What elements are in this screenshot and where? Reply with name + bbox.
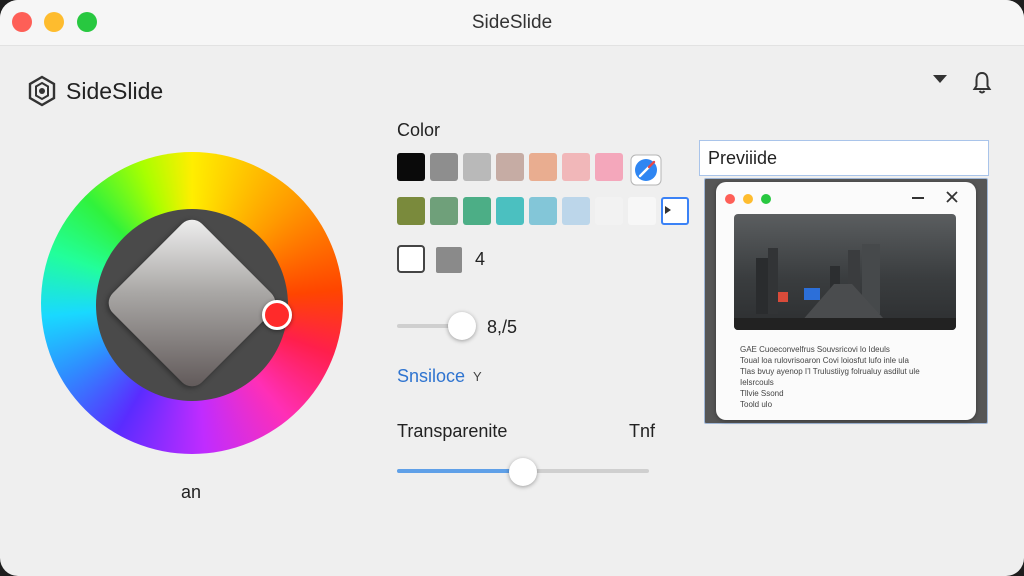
color-swatch[interactable] <box>430 153 458 181</box>
window-title: SideSlide <box>471 12 553 33</box>
preview-text-line: Tllvie Ssond <box>740 389 784 398</box>
transparency-slider-fill <box>397 469 523 473</box>
color-wheel-label: an <box>180 482 202 502</box>
color-swatch[interactable] <box>562 197 590 225</box>
dropdown-arrow-icon[interactable] <box>930 72 950 86</box>
hexagon-logo-icon <box>28 75 56 107</box>
color-swatch[interactable] <box>595 197 623 225</box>
bell-icon[interactable] <box>970 70 994 96</box>
app-window: SideSlide SideSlide an Color 4 8,/5 Snsi… <box>0 0 1024 576</box>
mini-close-dot <box>725 194 735 204</box>
source-dropdown[interactable]: Snsiloce Y <box>397 366 482 387</box>
color-swatch[interactable] <box>562 153 590 181</box>
transparency-slider-knob[interactable] <box>509 458 537 486</box>
color-swatch[interactable] <box>529 153 557 181</box>
color-swatch[interactable] <box>529 197 557 225</box>
preview-text-line: Ielsrcouls <box>740 378 774 387</box>
more-swatches-arrow-icon[interactable] <box>664 205 672 215</box>
brand: SideSlide <box>26 74 163 108</box>
title-bar: SideSlide <box>0 0 1024 46</box>
swatch-count: 4 <box>475 249 486 269</box>
preview-photo <box>734 214 956 330</box>
preview-text-line: Tlas bvuy ayenop I’l Trulustiiyg folrual… <box>740 367 920 376</box>
preview-text-line: GAE Cuoeconvelfrus Souvsricovi lo Ideuls <box>740 345 890 354</box>
size-value: 8,/5 <box>487 317 518 337</box>
size-slider-knob[interactable] <box>448 312 477 340</box>
transparency-value: Tnf <box>629 421 656 441</box>
color-swatch[interactable] <box>397 153 425 181</box>
color-swatch[interactable] <box>628 197 656 225</box>
city-skyline-image <box>734 244 956 330</box>
mini-zoom-dot <box>761 194 771 204</box>
color-swatch[interactable] <box>496 197 524 225</box>
mini-close-icon <box>946 191 958 203</box>
color-section-label: Color <box>397 120 441 140</box>
transparency-label: Transparenite <box>397 421 508 441</box>
color-swatch[interactable] <box>430 197 458 225</box>
preview-title-field[interactable]: Previiide <box>699 140 989 176</box>
brand-name: SideSlide <box>66 77 164 104</box>
color-swatch[interactable] <box>595 153 623 181</box>
color-swatch[interactable] <box>397 197 425 225</box>
mini-minimize-icon <box>912 197 924 199</box>
outline-swatch[interactable] <box>397 245 425 273</box>
eyedropper-icon[interactable] <box>630 154 662 186</box>
fill-swatch[interactable] <box>436 247 462 273</box>
chevron-down-icon: Y <box>473 369 482 384</box>
color-swatch[interactable] <box>463 153 491 181</box>
color-swatch[interactable] <box>496 153 524 181</box>
color-swatch[interactable] <box>463 197 491 225</box>
preview-text-line: Toual loa rulovrisoaron Covi loiosfut lu… <box>740 356 909 365</box>
mini-minimize-dot <box>743 194 753 204</box>
hue-handle[interactable] <box>262 300 292 330</box>
preview-text-line: Toold ulo <box>740 400 773 409</box>
source-dropdown-label: Snsiloce <box>397 366 466 386</box>
